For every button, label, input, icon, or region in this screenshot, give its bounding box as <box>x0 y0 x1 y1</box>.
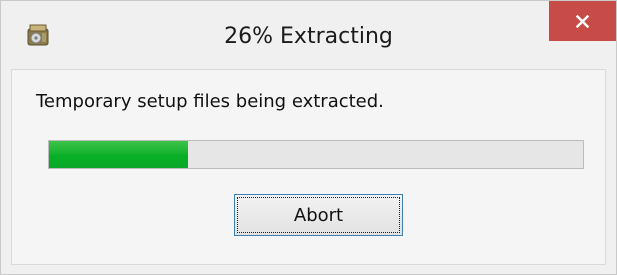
abort-button-label: Abort <box>237 197 400 233</box>
close-button[interactable] <box>549 1 616 41</box>
title-bar[interactable]: 26% Extracting <box>1 1 616 69</box>
window-title: 26% Extracting <box>224 24 393 49</box>
status-message: Temporary setup files being extracted. <box>36 91 384 112</box>
close-icon <box>576 15 589 28</box>
dialog-content: Temporary setup files being extracted. A… <box>11 69 606 265</box>
progress-fill <box>49 141 188 168</box>
extraction-progress-bar <box>48 140 584 169</box>
abort-button[interactable]: Abort <box>234 194 403 236</box>
extract-dialog-window: 26% Extracting Temporary setup files bei… <box>0 0 617 275</box>
